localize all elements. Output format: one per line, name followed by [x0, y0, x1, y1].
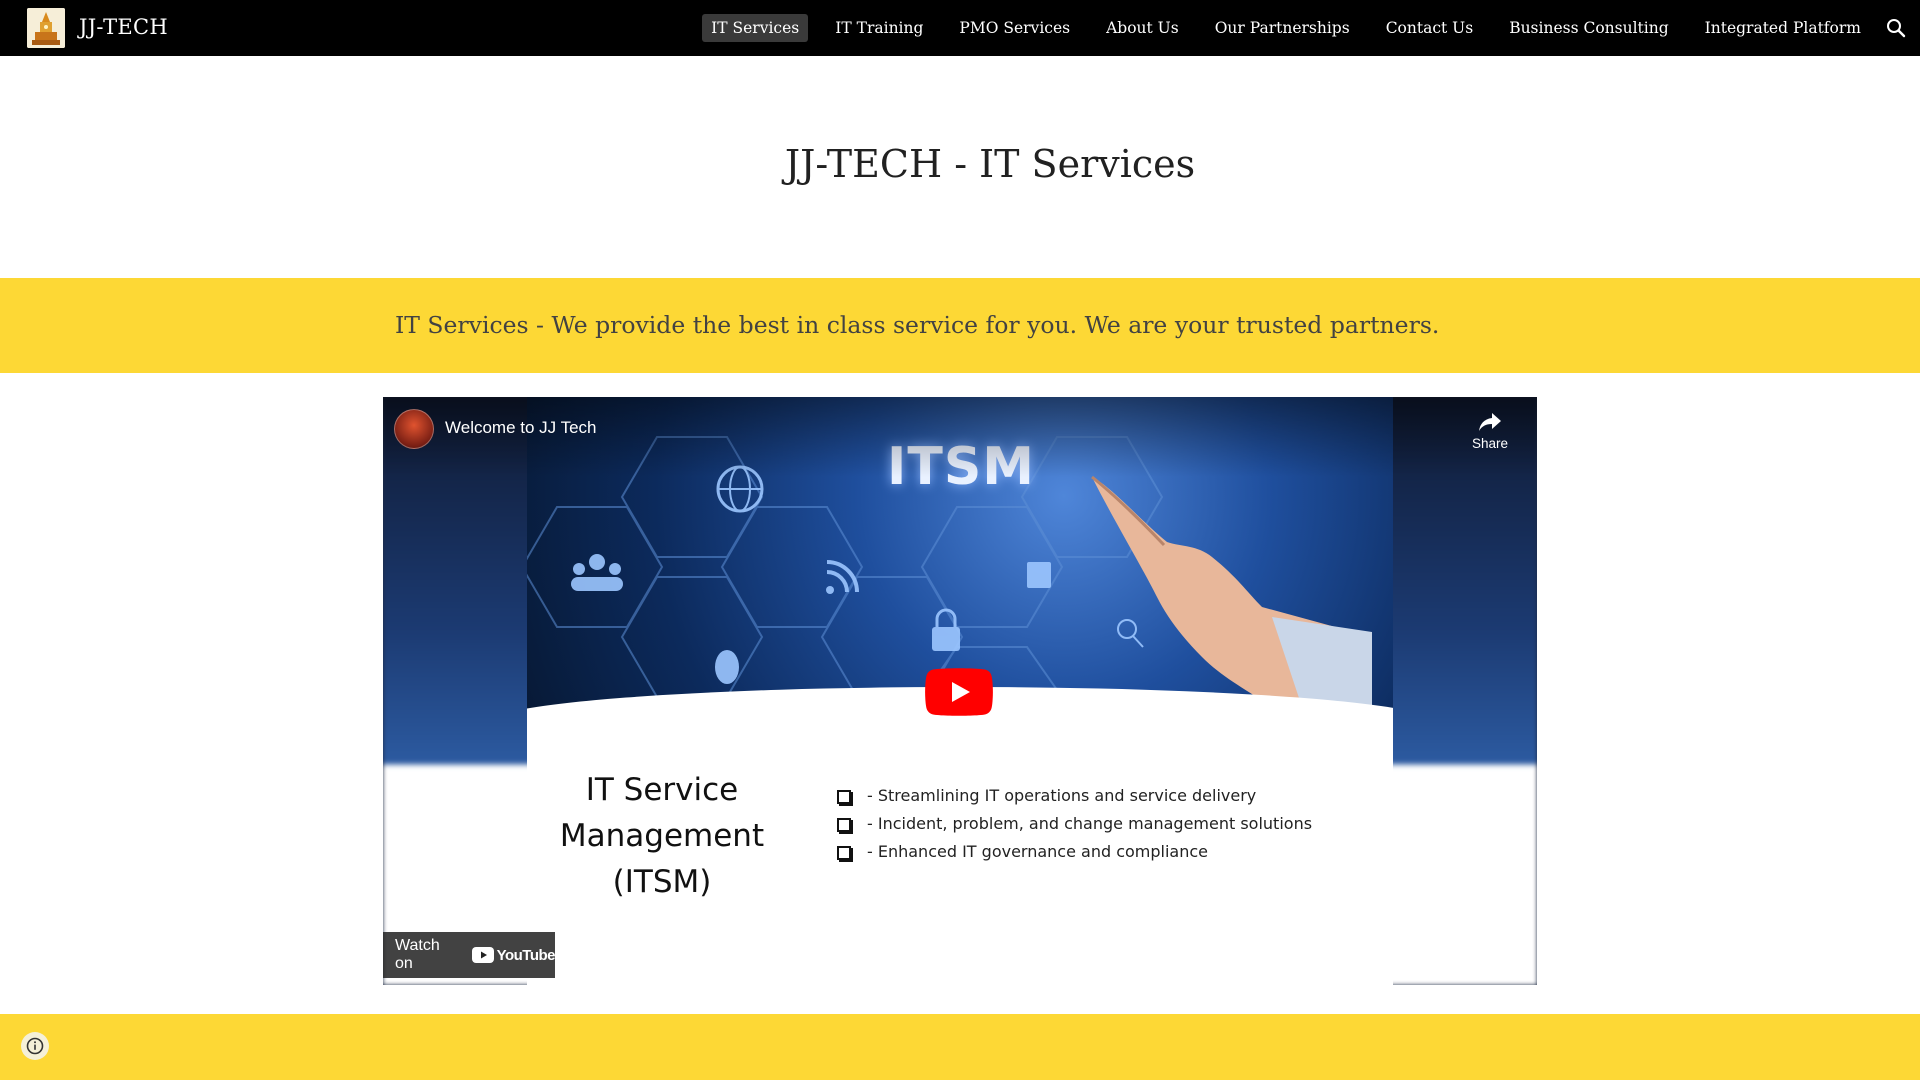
youtube-wordmark: YouTube — [496, 946, 556, 964]
site-title[interactable]: JJ-TECH — [79, 13, 168, 41]
search-button[interactable] — [1884, 16, 1908, 40]
temple-logo-icon — [27, 8, 65, 48]
nav-item-it-training[interactable]: IT Training — [826, 14, 932, 42]
top-nav-bar: JJ-TECH IT Services IT Training PMO Serv… — [0, 0, 1920, 56]
nav-item-integrated-platform[interactable]: Integrated Platform — [1696, 14, 1870, 42]
slide-bullet: - Incident, problem, and change manageme… — [837, 810, 1312, 838]
slide-bullet-list: - Streamlining IT operations and service… — [837, 782, 1312, 866]
channel-avatar[interactable] — [394, 409, 434, 449]
slide-bullet: - Enhanced IT governance and compliance — [837, 838, 1312, 866]
footer-band — [0, 1014, 1920, 1080]
slide-bullet: - Streamlining IT operations and service… — [837, 782, 1312, 810]
slide-heading: IT Service Management (ITSM) — [559, 772, 765, 900]
main-nav: IT Services IT Training PMO Services Abo… — [702, 12, 1870, 44]
play-icon — [925, 668, 993, 716]
youtube-logo: YouTube — [471, 946, 556, 964]
page-title: JJ-TECH - IT Services — [784, 142, 1196, 186]
pointing-hand-image — [1091, 475, 1372, 707]
info-icon — [26, 1037, 44, 1055]
site-logo[interactable] — [27, 8, 65, 48]
share-arrow-icon — [1479, 413, 1501, 431]
watch-on-youtube-button[interactable]: Watch on YouTube — [383, 932, 556, 978]
search-icon — [1887, 19, 1906, 38]
youtube-play-icon — [471, 947, 494, 963]
watch-on-label: Watch on — [395, 937, 440, 972]
share-label: Share — [1471, 436, 1509, 451]
nav-item-our-partnerships[interactable]: Our Partnerships — [1206, 14, 1359, 42]
share-button[interactable]: Share — [1465, 411, 1515, 451]
nav-item-about-us[interactable]: About Us — [1097, 14, 1188, 42]
tagline-banner: IT Services - We provide the best in cla… — [0, 278, 1920, 373]
youtube-video-embed[interactable]: ITSM IT Service Management (ITSM) - Stre… — [383, 397, 1537, 985]
video-title[interactable]: Welcome to JJ Tech — [445, 417, 597, 439]
tagline-text: IT Services - We provide the best in cla… — [395, 311, 1440, 339]
nav-item-it-services[interactable]: IT Services — [702, 14, 809, 42]
nav-item-pmo-services[interactable]: PMO Services — [950, 14, 1079, 42]
site-info-button[interactable] — [21, 1032, 49, 1060]
play-button[interactable] — [925, 668, 993, 716]
nav-item-contact-us[interactable]: Contact Us — [1377, 14, 1483, 42]
nav-item-business-consulting[interactable]: Business Consulting — [1500, 14, 1677, 42]
